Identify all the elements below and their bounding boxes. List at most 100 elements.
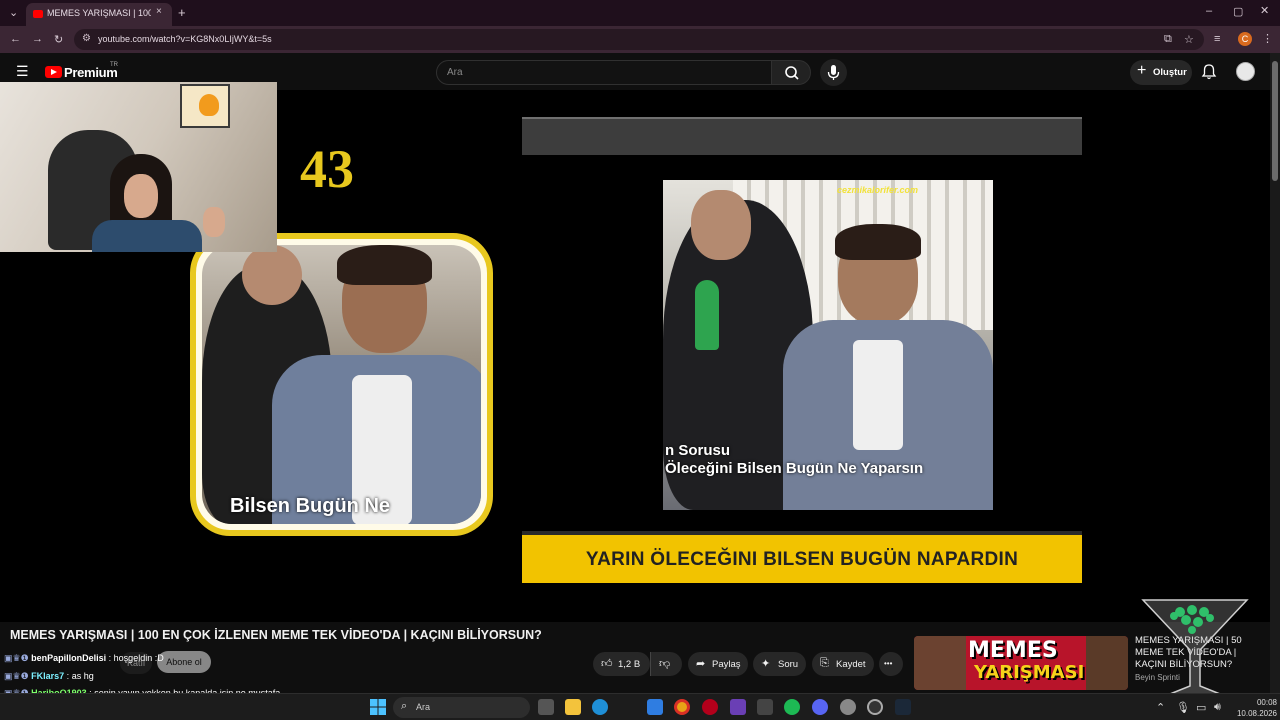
share-arrow-icon: ➦ (696, 658, 706, 670)
save-playlist-icon: ⎘ (820, 657, 829, 669)
meme-title-banner: YARIN ÖLECEĞINI BILSEN BUGÜN NAPARDIN (522, 531, 1082, 583)
taskbar-search-icon: ⌕ (401, 700, 408, 712)
chat-badges-icon: ▣♛❶ (4, 653, 32, 663)
clock-date: 10.08.2026 (1236, 709, 1277, 718)
minimize-icon[interactable]: – (1206, 5, 1212, 17)
ask-button[interactable]: ✦ Soru (753, 652, 806, 676)
chrome-icon[interactable] (674, 699, 690, 715)
frame-caption: Bilsen Bugün Ne (230, 495, 391, 517)
create-label: Oluştur (1153, 67, 1187, 78)
mic-tray-icon[interactable]: 🎙︎ (1176, 701, 1190, 714)
country-code: TR (110, 62, 118, 68)
background-face (242, 245, 302, 305)
clip-caption-line1: n Sorusu (665, 442, 731, 459)
youtube-logo-icon[interactable] (45, 66, 62, 78)
bookmark-star-icon[interactable]: ☆ (1184, 33, 1194, 46)
file-explorer-icon[interactable] (565, 699, 581, 715)
forward-icon[interactable]: → (32, 33, 43, 45)
ask-label: Soru (778, 659, 799, 670)
create-button[interactable]: + Oluştur (1130, 60, 1192, 85)
edge-icon[interactable] (592, 699, 608, 715)
page-scrollbar[interactable] (1270, 53, 1280, 693)
search-placeholder: Ara (447, 67, 463, 78)
new-tab-icon[interactable]: + (178, 5, 186, 20)
share-button[interactable]: ➦ Paylaş (688, 652, 748, 676)
voice-search-button[interactable] (820, 59, 847, 86)
save-button[interactable]: ⎘ Kaydet (812, 652, 874, 676)
thumbs-up-icon: 👍︎ (601, 658, 613, 670)
extensions-icon[interactable]: ≡ (1214, 33, 1220, 45)
browser-tab[interactable]: MEMES YARIŞMASI | 100 EN Ç × (26, 3, 172, 26)
microphone-icon (827, 65, 840, 80)
volume-icon[interactable]: 🔊︎ (1214, 701, 1221, 714)
chat-separator: : (106, 653, 114, 663)
opera-icon[interactable] (702, 699, 718, 715)
install-icon[interactable]: ⧉ (1164, 33, 1172, 46)
plus-icon: + (1137, 62, 1147, 79)
profile-avatar[interactable]: C (1238, 32, 1252, 46)
mail-icon[interactable] (647, 699, 663, 715)
tray-chevron-icon[interactable]: ⌃ (1156, 701, 1165, 714)
tab-close-icon[interactable]: × (156, 6, 162, 17)
obs-icon[interactable] (840, 699, 856, 715)
windows-start-icon[interactable] (370, 699, 386, 715)
webcam-overlay (0, 82, 277, 252)
app-icon-2[interactable] (867, 699, 883, 715)
meme-frame-image: Bilsen Bugün Ne (202, 245, 481, 524)
reload-icon[interactable]: ↻ (54, 33, 63, 46)
site-info-icon[interactable]: ⚙ (82, 33, 91, 44)
browser-menu-icon[interactable]: ⋮ (1262, 32, 1273, 45)
window-close-icon[interactable]: ✕ (1260, 4, 1269, 17)
tab-list-icon[interactable]: ⌄ (9, 6, 18, 19)
save-label: Kaydet (836, 659, 866, 670)
steam-icon[interactable] (895, 699, 911, 715)
thumbs-down-icon: 👎︎ (659, 658, 671, 670)
scrollbar-thumb[interactable] (1272, 61, 1278, 181)
taskbar-clock[interactable]: 00:08 10.08.2026 (1235, 697, 1277, 719)
discord-icon[interactable] (812, 699, 828, 715)
reporter-face (691, 190, 751, 260)
notifications-bell-icon[interactable] (1201, 63, 1217, 80)
like-button[interactable]: 👍︎ 1,2 B (593, 652, 650, 676)
search-icon (785, 66, 799, 80)
clock-time: 00:08 (1256, 698, 1277, 707)
taskbar-search-label: Ara (416, 702, 431, 712)
more-icon: ••• (884, 659, 893, 668)
chat-message: ▣♛❶ benPapillonDelisi : hoşgeldin :D (4, 653, 164, 664)
account-avatar[interactable] (1236, 62, 1255, 81)
task-view-icon[interactable] (538, 699, 554, 715)
related-video-thumbnail[interactable]: MEMES YARIŞMASI (914, 636, 1128, 690)
hamburger-menu-icon[interactable]: ☰ (16, 63, 29, 80)
network-icon[interactable]: ▭ (1196, 701, 1206, 714)
banner-text: YARIN ÖLECEĞINI BILSEN BUGÜN NAPARDIN (585, 549, 1019, 570)
windows-taskbar: ⌕ Ara ⌃ 🎙︎ ▭ 🔊︎ 00:08 10.08.2026 (0, 693, 1280, 720)
thumb-face-right (1086, 636, 1128, 690)
chat-username[interactable]: benPapillonDelisi (31, 653, 106, 663)
chat-text: hoşgeldin :D (113, 653, 164, 663)
meme-count-number: 43 (300, 139, 354, 199)
maximize-icon[interactable]: ▢ (1233, 5, 1243, 18)
like-count: 1,2 B (618, 659, 641, 670)
chat-separator: : (64, 671, 72, 681)
subscribe-button[interactable]: Abone ol (157, 651, 211, 673)
spotify-icon[interactable] (784, 699, 800, 715)
chat-text: as hg (71, 671, 94, 681)
video-title: MEMES YARIŞMASI | 100 EN ÇOK İZLENEN MEM… (10, 628, 542, 642)
search-input[interactable]: Ara (436, 60, 772, 85)
boy-shirt (853, 340, 903, 450)
thumb-word1: MEMES (968, 638, 1058, 663)
chat-username[interactable]: FKlars7 (31, 671, 64, 681)
taskbar-search-input[interactable]: ⌕ Ara (393, 697, 530, 718)
more-actions-button[interactable]: ••• (879, 652, 903, 676)
search-button[interactable] (771, 60, 811, 85)
url-field[interactable]: ⚙ youtube.com/watch?v=KG8Nx0LIjWY&t=5s ⧉… (74, 29, 1204, 50)
thumb-word2: YARIŞMASI (974, 662, 1085, 683)
streamer-shirt (92, 220, 202, 252)
duck-icon (199, 94, 219, 116)
dislike-button[interactable]: 👎︎ (650, 652, 682, 676)
app-icon[interactable] (757, 699, 773, 715)
back-icon[interactable]: ← (10, 33, 21, 45)
media-app-icon[interactable] (730, 699, 746, 715)
youtube-favicon-icon (33, 10, 43, 18)
browser-address-bar: ← → ↻ ⚙ youtube.com/watch?v=KG8Nx0LIjWY&… (0, 26, 1280, 53)
